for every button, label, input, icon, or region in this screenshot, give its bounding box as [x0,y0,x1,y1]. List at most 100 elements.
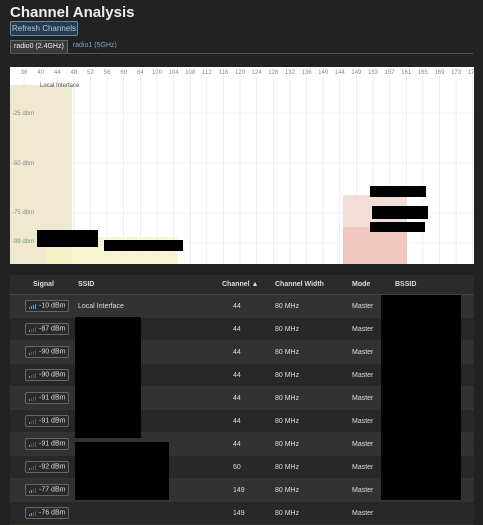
channel-width-cell: 80 MHz [274,455,351,479]
mode-cell: Master [351,501,394,525]
channel-cell: 60 [221,455,274,479]
dbm-label-25: -25 dbm [12,111,34,117]
signal-badge: -91 dBm [25,438,70,450]
channel-width-cell: 80 MHz [274,409,351,433]
channel-tick-label: 36 [21,70,28,76]
channel-width-cell: 80 MHz [274,340,351,364]
signal-badge: -91 dBm [25,415,70,427]
redacted-label [37,230,98,247]
channel-tick-label: 161 [401,70,412,76]
channel-width-cell: 80 MHz [274,294,351,318]
ssid-cell: Local Interface [77,294,221,318]
signal-value: -77 dBm [39,486,66,494]
dbm-label-50: -50 dbm [12,161,34,167]
channel-tick-label: 52 [87,70,94,76]
signal-cell: -91 dBm [10,386,77,410]
signal-cell: -76 dBm [10,501,77,525]
channel-tick-label: 140 [318,70,329,76]
channel-tick-label: 169 [434,70,445,76]
signal-badge: -10 dBm [25,300,70,312]
tab-divider [10,53,473,54]
signal-badge: -90 dBm [25,369,70,381]
header-channel[interactable]: Channel ▲ [221,275,274,295]
header-signal[interactable]: Signal [10,275,77,295]
signal-value: -92 dBm [39,463,66,471]
signal-cell: -77 dBm [10,478,77,502]
local-interface-label: Local Interface [40,83,80,89]
header-mode[interactable]: Mode [351,275,394,295]
channel-tick-label: 116 [219,70,229,76]
signal-strength-icon [29,440,37,448]
signal-badge: -87 dBm [25,323,70,335]
signal-badge: -91 dBm [25,392,70,404]
radio-tabs: radio0 (2.4GHz) radio1 (5GHz) [10,40,122,54]
channel-tick-label: 100 [152,70,163,76]
channel-tick-label: 173 [451,70,462,76]
signal-cell: -91 dBm [10,409,77,433]
channel-tick-label: 132 [285,70,296,76]
redacted-label [370,222,425,232]
channel-149-area-strong [343,227,407,264]
header-ssid[interactable]: SSID [77,275,221,295]
channel-cell: 149 [221,501,274,525]
signal-value: -91 dBm [39,394,66,402]
signal-strength-icon [29,417,37,425]
header-bssid[interactable]: BSSID [394,275,474,295]
signal-strength-icon [29,394,37,402]
channel-tick-label: 44 [54,70,61,76]
signal-value: -76 dBm [39,509,66,517]
bssid-cell [394,501,474,525]
channel-cell: 44 [221,409,274,433]
dbm-label-99: -99 dbm [12,239,34,245]
refresh-channels-button[interactable]: Refresh Channels [10,21,78,36]
channel-tick-label: 149 [351,70,362,76]
signal-badge: -92 dBm [25,461,70,473]
signal-value: -87 dBm [39,325,66,333]
channel-cell: 44 [221,363,274,387]
channel-tick-label: 120 [235,70,246,76]
channel-cell: 44 [221,294,274,318]
channel-tick-label: 64 [137,70,144,76]
signal-badge: -76 dBm [25,507,70,519]
signal-strength-icon [29,371,37,379]
redacted-ssid-block [75,442,169,500]
signal-strength-icon [29,348,37,356]
channel-width-cell: 80 MHz [274,501,351,525]
tab-radio0[interactable]: radio0 (2.4GHz) [10,40,68,54]
redacted-bssid-block [381,295,461,500]
channel-tick-label: 128 [268,70,279,76]
tab-radio1[interactable]: radio1 (5GHz) [70,40,120,52]
signal-cell: -10 dBm [10,294,77,318]
channel-tick-label: 60 [120,70,127,76]
signal-badge: -90 dBm [25,346,70,358]
redacted-label [370,186,426,197]
channel-tick-label: 104 [169,70,180,76]
channel-tick-label: 157 [385,70,396,76]
channel-cell: 44 [221,340,274,364]
signal-cell: -87 dBm [10,317,77,341]
channel-cell: 44 [221,386,274,410]
signal-strength-icon [29,486,37,494]
signal-value: -91 dBm [39,417,66,425]
signal-value: -91 dBm [39,440,66,448]
signal-badge: -77 dBm [25,484,70,496]
channel-tick-label: 48 [71,70,78,76]
channel-tick-label: 153 [368,70,379,76]
ssid-cell [77,501,221,525]
channel-width-cell: 80 MHz [274,432,351,456]
table-header-row: Signal SSID Channel ▲ Channel Width Mode… [10,275,474,295]
channel-tick-label: 136 [302,70,313,76]
redacted-ssid-block [75,317,141,438]
channel-tick-label: 40 [37,70,44,76]
signal-strength-icon [29,509,37,517]
channel-tick-label: 165 [418,70,429,76]
signal-cell: -91 dBm [10,432,77,456]
channel-tick-label: 108 [185,70,196,76]
channel-cell: 44 [221,317,274,341]
signal-cell: -92 dBm [10,455,77,479]
channel-width-cell: 80 MHz [274,478,351,502]
channel-tick-label: 144 [335,70,346,76]
signal-strength-icon [29,325,37,333]
signal-strength-icon [29,302,37,310]
header-channel-width[interactable]: Channel Width [274,275,351,295]
